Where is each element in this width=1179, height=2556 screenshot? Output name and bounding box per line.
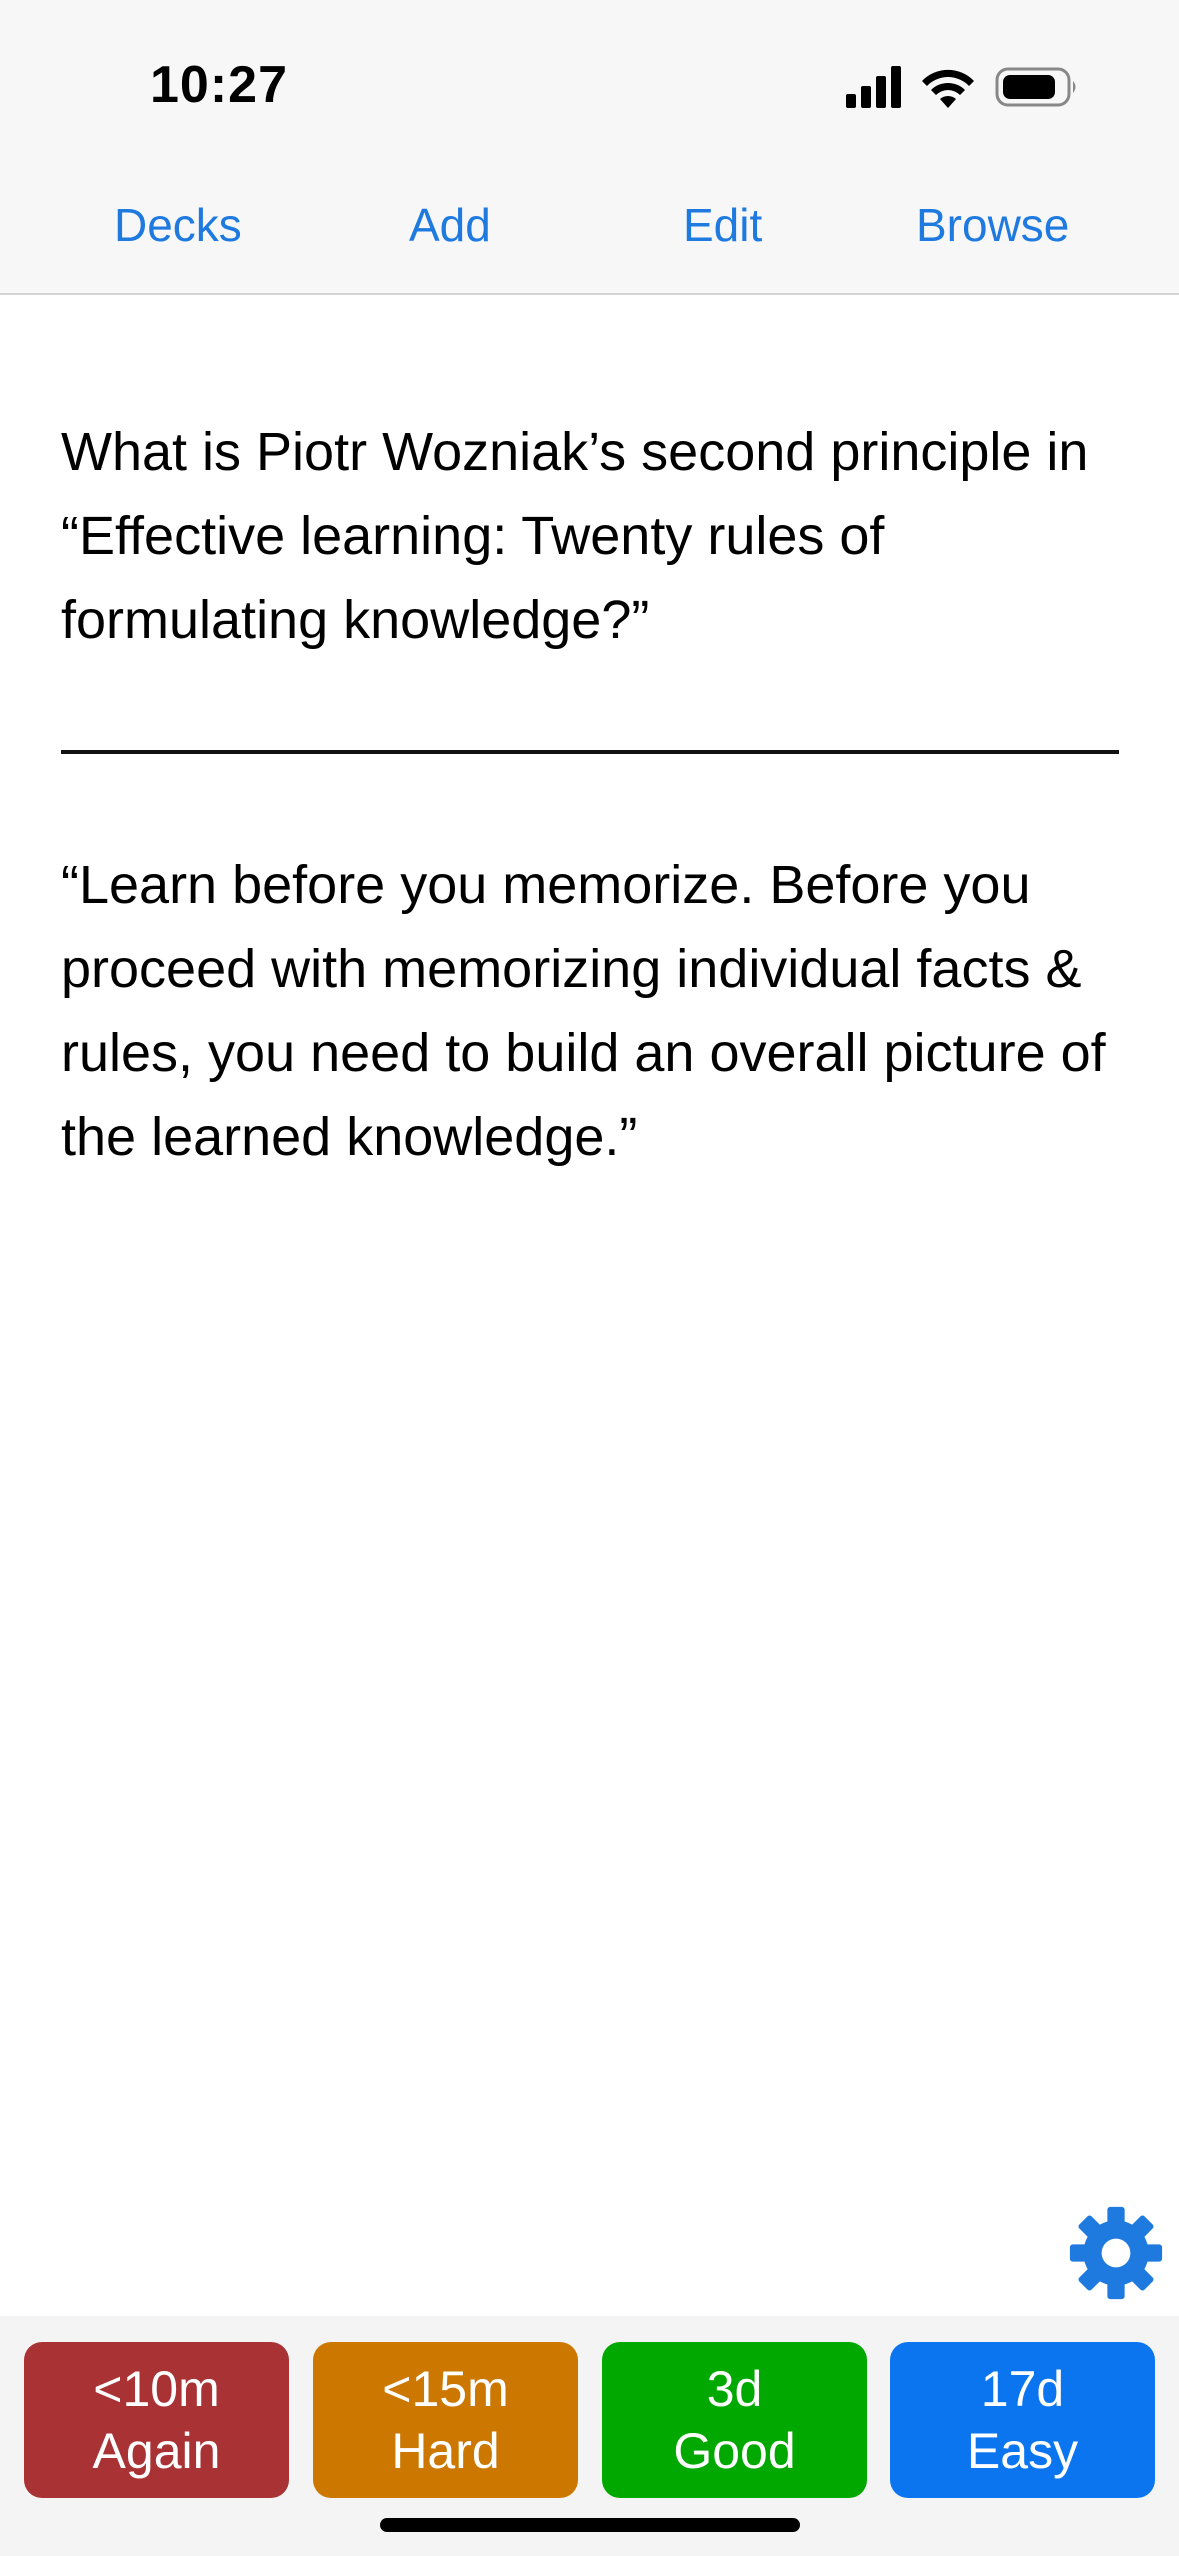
decks-button[interactable]: Decks: [114, 190, 242, 260]
card-question: What is Piotr Wozniak’s second principle…: [61, 410, 1121, 662]
question-text: What is Piotr Wozniak’s second principle…: [61, 422, 1089, 650]
question-answer-divider: [61, 750, 1119, 754]
easy-interval: 17d: [980, 2361, 1065, 2417]
again-label: Again: [92, 2423, 221, 2479]
review-screen: 10:27 Decks Add Edit Browse What is Piot…: [0, 0, 1179, 2556]
good-button[interactable]: 3d Good: [602, 2342, 867, 2498]
answer-text: “Learn before you memorize. Before you p…: [61, 855, 1106, 1167]
status-time: 10:27: [150, 56, 288, 114]
hard-label: Hard: [391, 2423, 500, 2479]
status-icons: [846, 66, 1076, 108]
easy-button[interactable]: 17d Easy: [890, 2342, 1155, 2498]
toolbar: Decks Add Edit Browse: [0, 190, 1179, 260]
browse-button[interactable]: Browse: [916, 190, 1069, 260]
top-bar: 10:27 Decks Add Edit Browse: [0, 0, 1179, 295]
card-answer: “Learn before you memorize. Before you p…: [61, 843, 1121, 1179]
gear-icon[interactable]: [1068, 2205, 1164, 2301]
hard-interval: <15m: [382, 2361, 509, 2417]
battery-icon: [995, 67, 1076, 107]
add-button[interactable]: Add: [409, 190, 491, 260]
again-button[interactable]: <10m Again: [24, 2342, 289, 2498]
hard-button[interactable]: <15m Hard: [313, 2342, 578, 2498]
good-label: Good: [673, 2423, 796, 2479]
cellular-signal-icon: [846, 66, 901, 108]
edit-button[interactable]: Edit: [683, 190, 762, 260]
easy-label: Easy: [966, 2423, 1079, 2479]
again-interval: <10m: [93, 2361, 220, 2417]
home-indicator[interactable]: [380, 2518, 800, 2532]
wifi-icon: [922, 69, 974, 108]
good-interval: 3d: [706, 2361, 763, 2417]
